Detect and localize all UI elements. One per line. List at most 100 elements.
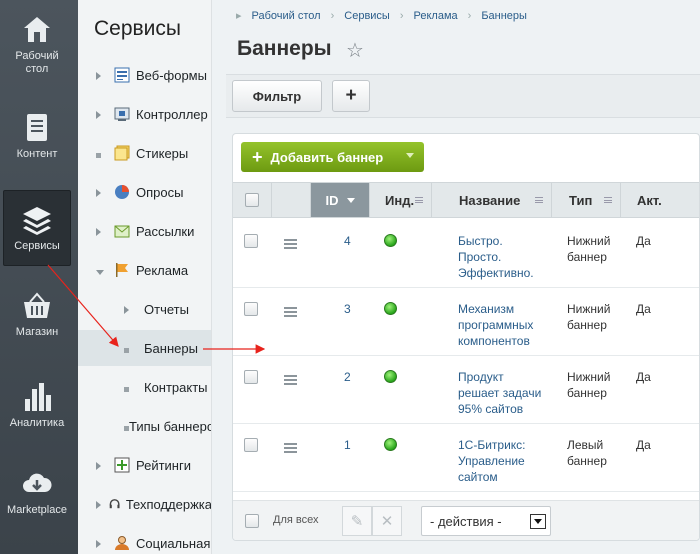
row-checkbox[interactable] xyxy=(244,302,258,316)
nav-item-label: Реклама xyxy=(136,262,189,278)
controller-icon xyxy=(114,107,130,121)
column-type[interactable]: Тип xyxy=(551,183,620,217)
nav-item-support[interactable]: Техподдержка xyxy=(78,486,212,522)
row-checkbox[interactable] xyxy=(244,234,258,248)
edit-button[interactable]: ✎ xyxy=(342,506,372,536)
nav-item-label: Веб-формы xyxy=(136,67,207,83)
favorite-star-icon[interactable]: ☆ xyxy=(346,38,364,63)
rail-item-label: Рабочий стол xyxy=(15,50,59,75)
banner-id[interactable]: 1 xyxy=(344,437,351,453)
breadcrumb-item[interactable]: Баннеры xyxy=(481,10,527,22)
status-indicator-icon xyxy=(384,438,397,451)
nav-item-label: Контроллер xyxy=(136,106,208,122)
breadcrumb-item[interactable]: Реклама xyxy=(414,10,458,22)
nav-item-controller[interactable]: Контроллер xyxy=(78,96,211,132)
expand-arrow-icon xyxy=(96,500,101,509)
actions-select[interactable]: - действия - xyxy=(421,506,551,536)
expand-arrow-icon xyxy=(96,71,101,80)
banner-type: Нижний баннер xyxy=(567,370,611,400)
column-label: Тип xyxy=(569,192,593,208)
pie-icon xyxy=(115,185,129,199)
banner-active: Да xyxy=(636,234,651,248)
delete-button[interactable]: ✕ xyxy=(372,506,402,536)
main-content: ▸ Рабочий стол › Сервисы › Реклама › Бан… xyxy=(212,0,700,554)
users-icon xyxy=(115,536,129,550)
nav-item-ratings[interactable]: Рейтинги xyxy=(78,447,211,483)
table-row[interactable]: 3 Механизм программных компонентов Нижни… xyxy=(233,288,699,356)
select-all-column xyxy=(233,183,271,217)
nav-item-mailings[interactable]: Рассылки xyxy=(78,213,211,249)
expand-arrow-icon xyxy=(96,227,101,236)
rail-item-desktop[interactable]: Рабочий стол xyxy=(3,14,71,88)
column-label: Инд. xyxy=(385,192,415,208)
grid-footer: Для всех ✎ ✕ - действия - xyxy=(233,500,699,540)
rail-item-label: Аналитика xyxy=(9,417,65,429)
row-checkbox[interactable] xyxy=(244,438,258,452)
plus-icon: + xyxy=(252,147,263,167)
row-menu-icon[interactable] xyxy=(284,375,297,385)
nav-item-reports[interactable]: Отчеты xyxy=(78,291,211,327)
add-banner-button[interactable]: + Добавить баннер xyxy=(241,142,424,172)
breadcrumb-item[interactable]: Рабочий стол xyxy=(252,10,321,22)
column-id[interactable]: ID xyxy=(310,183,369,217)
table-row[interactable]: 1 1С-Битрикс: Управление сайтом Левый ба… xyxy=(233,424,699,492)
row-menu-icon[interactable] xyxy=(284,443,297,453)
banner-type: Нижний баннер xyxy=(567,302,611,332)
nav-item-social[interactable]: Социальная xyxy=(78,525,211,554)
banner-active: Да xyxy=(636,302,651,316)
nav-item-label: Техподдержка xyxy=(125,496,212,512)
bullet-icon xyxy=(124,386,129,392)
breadcrumb-separator-icon: ▸ xyxy=(236,10,242,22)
filter-button[interactable]: Фильтр xyxy=(232,80,322,112)
dropdown-arrow-icon[interactable] xyxy=(530,514,546,529)
banner-type: Левый баннер xyxy=(567,438,607,468)
rail-item-analytics[interactable]: Аналитика xyxy=(3,381,71,437)
banners-grid: + Добавить баннер ID Инд. Название Тип А… xyxy=(232,133,700,541)
add-banner-label: Добавить баннер xyxy=(270,149,384,165)
banner-name[interactable]: Быстро. Просто. Эффективно. xyxy=(458,233,558,281)
rail-item-content[interactable]: Контент xyxy=(3,112,71,172)
row-menu-icon[interactable] xyxy=(284,239,297,249)
row-menu-icon[interactable] xyxy=(284,307,297,317)
nav-item-label: Опросы xyxy=(136,184,184,200)
banner-active: Да xyxy=(636,438,651,452)
rail-item-shop[interactable]: Магазин xyxy=(3,290,71,346)
nav-item-polls[interactable]: Опросы xyxy=(78,174,211,210)
rail-item-marketplace[interactable]: Marketplace xyxy=(3,468,71,524)
expand-arrow-icon xyxy=(96,110,101,119)
nav-item-web-forms[interactable]: Веб-формы xyxy=(78,57,211,93)
row-checkbox[interactable] xyxy=(244,370,258,384)
rail-item-services[interactable]: Сервисы xyxy=(3,190,71,266)
select-all-checkbox[interactable] xyxy=(245,193,259,207)
banner-name[interactable]: Механизм программных компонентов xyxy=(458,301,558,349)
column-name[interactable]: Название xyxy=(431,183,551,217)
banner-id[interactable]: 4 xyxy=(344,233,351,249)
banner-name[interactable]: Продукт решает задачи 95% сайтов xyxy=(458,369,558,417)
banner-name[interactable]: 1С-Битрикс: Управление сайтом xyxy=(458,437,558,485)
column-menu-icon xyxy=(604,197,612,203)
table-row[interactable]: 2 Продукт решает задачи 95% сайтов Нижни… xyxy=(233,356,699,424)
services-menu: Сервисы Веб-формы Контроллер Стикеры Опр… xyxy=(78,0,212,554)
nav-item-banners[interactable]: Баннеры xyxy=(78,330,211,366)
sticker-icon xyxy=(114,145,130,161)
add-filter-button[interactable]: + xyxy=(332,80,370,112)
nav-item-advertising[interactable]: Реклама xyxy=(78,252,211,288)
breadcrumb-item[interactable]: Сервисы xyxy=(344,10,390,22)
for-all-checkbox[interactable] xyxy=(245,514,259,528)
column-indicator[interactable]: Инд. xyxy=(369,183,431,217)
layers-icon xyxy=(23,207,51,235)
nav-item-stickers[interactable]: Стикеры xyxy=(78,135,211,171)
banner-id[interactable]: 3 xyxy=(344,301,351,317)
nav-item-banner-types[interactable]: Типы баннеров xyxy=(78,408,211,444)
table-row[interactable]: 4 Быстро. Просто. Эффективно. Нижний бан… xyxy=(233,220,699,288)
breadcrumb: ▸ Рабочий стол › Сервисы › Реклама › Бан… xyxy=(236,9,527,23)
expand-arrow-icon xyxy=(96,539,101,548)
document-icon xyxy=(27,114,47,141)
column-active[interactable]: Акт. xyxy=(620,183,699,217)
pencil-icon: ✎ xyxy=(350,513,364,530)
bullet-icon xyxy=(96,152,101,158)
banner-id[interactable]: 2 xyxy=(344,369,351,385)
status-indicator-icon xyxy=(384,302,397,315)
chevron-down-icon[interactable] xyxy=(406,153,414,158)
nav-item-contracts[interactable]: Контракты xyxy=(78,369,211,405)
